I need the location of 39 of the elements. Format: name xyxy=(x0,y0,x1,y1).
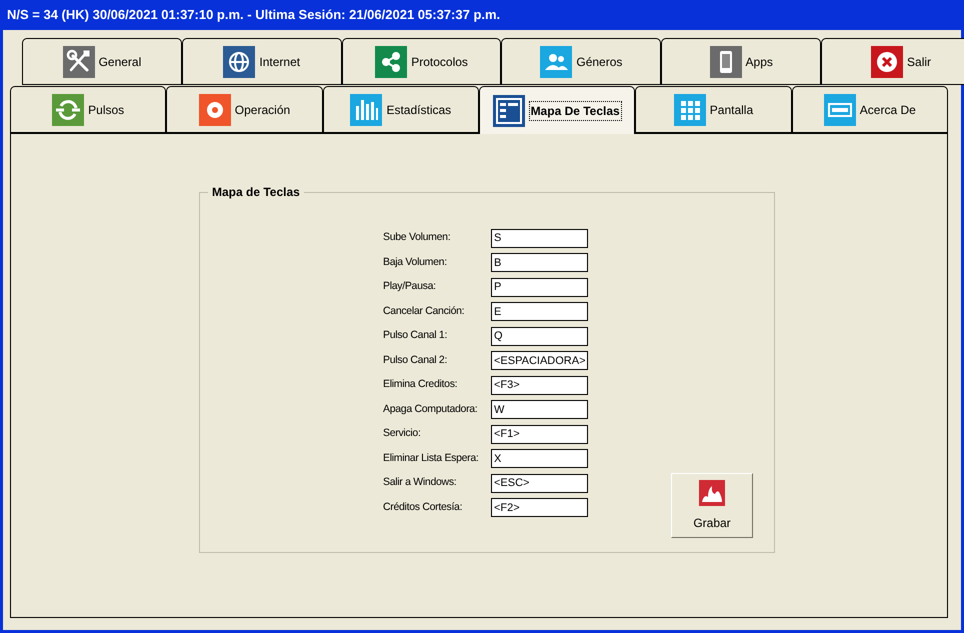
input-field[interactable]: <F2> xyxy=(491,498,588,518)
input-field[interactable]: P xyxy=(491,278,588,297)
input-field[interactable]: <ESPACIADORA> xyxy=(491,351,588,370)
window-title: N/S = 34 (HK) 30/06/2021 01:37:10 p.m. - Ultima Sesión: 21/06/2021 05:37:37 p.m. xyxy=(6,6,502,24)
tab[interactable]: Géneros xyxy=(501,38,662,85)
tab[interactable]: Protocolos xyxy=(342,38,502,85)
field-label: Eliminar Lista Espera: xyxy=(383,450,480,466)
tab[interactable]: Pulsos xyxy=(10,86,166,133)
tab[interactable]: Pantalla xyxy=(635,86,792,133)
input-field[interactable]: Q xyxy=(491,326,588,346)
tab[interactable]: Internet xyxy=(182,38,342,85)
input-field[interactable]: <ESC> xyxy=(491,474,588,493)
tab[interactable]: Acerca De xyxy=(792,86,948,133)
input-field[interactable]: B xyxy=(491,253,588,272)
save-button[interactable]: Grabar xyxy=(671,473,753,538)
tab[interactable]: Estadísticas xyxy=(322,86,479,133)
tab[interactable]: Salir xyxy=(821,38,964,85)
input-field[interactable]: <F3> xyxy=(491,376,588,395)
input-field[interactable]: S xyxy=(491,228,588,248)
group-title: Mapa de Teclas xyxy=(208,185,304,199)
tab[interactable]: Mapa De Teclas xyxy=(478,86,636,134)
field-label: Elimina Creditos: xyxy=(383,377,458,392)
tab[interactable]: Apps xyxy=(661,38,822,85)
field-label: Créditos Cortesía: xyxy=(383,500,464,515)
field-label: Pulso Canal 1: xyxy=(383,328,448,344)
input-field[interactable]: E xyxy=(491,302,588,322)
input-field[interactable]: <F1> xyxy=(491,424,588,444)
field-label: Baja Volumen: xyxy=(383,254,448,270)
input-field[interactable]: W xyxy=(491,400,588,420)
field-label: Play/Pausa: xyxy=(383,279,437,294)
field-label: Servicio: xyxy=(383,426,422,442)
field-label: Sube Volumen: xyxy=(383,230,452,246)
tab[interactable]: Operación xyxy=(166,86,323,133)
field-label: Cancelar Canción: xyxy=(383,304,466,319)
field-label: Pulso Canal 2: xyxy=(383,352,448,368)
input-field[interactable]: X xyxy=(491,449,588,468)
field-label: Apaga Computadora: xyxy=(383,402,478,417)
tab[interactable]: General xyxy=(22,38,182,85)
field-label: Salir a Windows: xyxy=(383,475,458,490)
